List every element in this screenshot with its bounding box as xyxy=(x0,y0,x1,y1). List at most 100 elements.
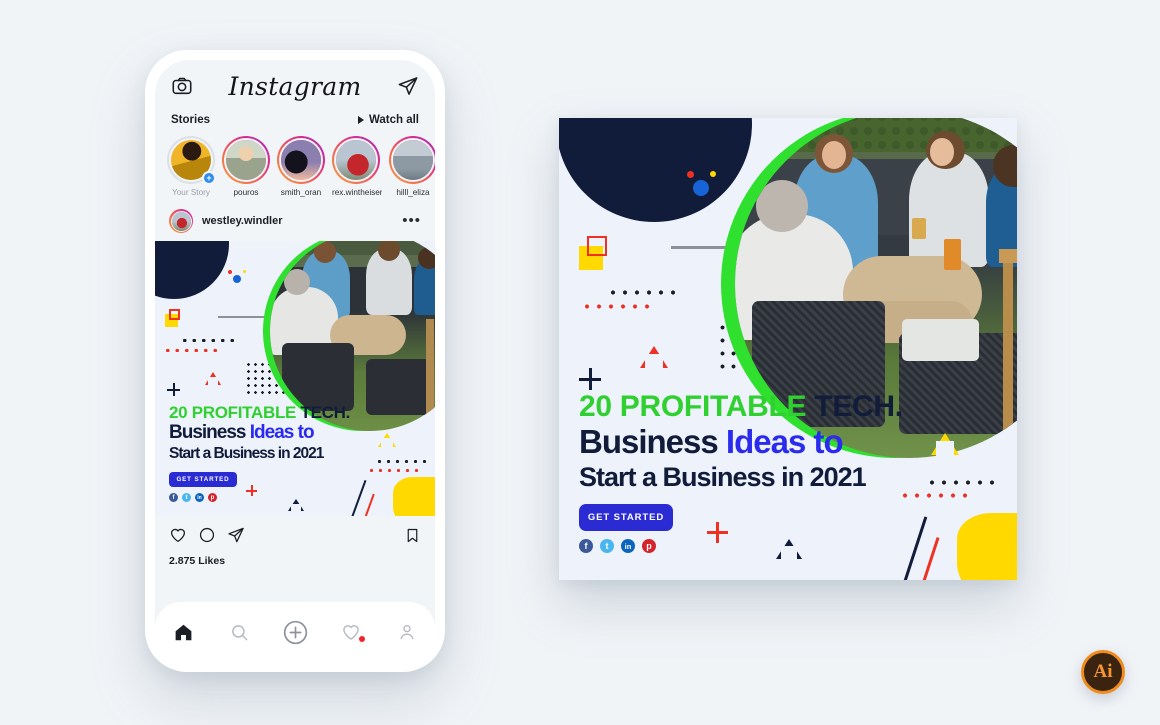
yellow-blob-decor xyxy=(393,477,435,516)
headline-ideas: Ideas to xyxy=(725,423,844,460)
red-dot-row-decor xyxy=(163,349,221,352)
post-header: westley.windler ••• xyxy=(155,201,435,241)
activity-heart-icon[interactable] xyxy=(336,617,366,647)
dark-slash-decor xyxy=(899,516,928,580)
instagram-header: Instagram xyxy=(155,60,435,112)
stories-bar: Stories Watch all xyxy=(155,112,435,130)
blue-dot-decor xyxy=(693,180,709,196)
watch-all-label: Watch all xyxy=(368,114,419,126)
search-icon[interactable] xyxy=(224,617,254,647)
triangle-cutout xyxy=(291,504,301,513)
red-square-outline-decor xyxy=(587,236,607,256)
story-ring xyxy=(277,136,325,184)
dark-dot-row-decor xyxy=(926,480,998,485)
get-started-button[interactable]: GET STARTED xyxy=(579,504,673,531)
profile-icon[interactable] xyxy=(392,617,422,647)
heart-icon[interactable] xyxy=(169,526,187,549)
yellow-dot-decor xyxy=(710,171,716,177)
camera-icon[interactable] xyxy=(171,75,193,97)
red-dot-row-decor xyxy=(899,493,971,498)
add-story-icon[interactable]: + xyxy=(202,171,216,185)
story-item-pouros[interactable]: pouros xyxy=(222,136,270,197)
bookmark-icon[interactable] xyxy=(404,527,421,549)
headline-business: Business xyxy=(579,423,719,460)
linkedin-icon[interactable]: in xyxy=(621,539,635,553)
red-slash-decor xyxy=(917,537,940,580)
adobe-illustrator-badge: Ai xyxy=(1081,650,1125,694)
story-ring: + xyxy=(167,136,216,185)
triangle-cutout xyxy=(208,377,218,386)
get-started-button[interactable]: GET STARTED xyxy=(169,472,237,487)
more-options-icon[interactable]: ••• xyxy=(402,213,421,228)
story-ring xyxy=(389,136,435,184)
twitter-icon[interactable]: t xyxy=(182,493,191,502)
plus-decor xyxy=(579,368,601,390)
paper-plane-icon[interactable] xyxy=(397,75,419,97)
avatar xyxy=(391,138,435,182)
story-item-hilll-eliza[interactable]: hilll_eliza xyxy=(389,136,435,197)
watch-all-button[interactable]: Watch all xyxy=(357,114,419,126)
dark-dot-row-decor xyxy=(375,460,427,463)
story-item-your-story[interactable]: + Your Story xyxy=(167,136,216,197)
blue-dot-decor xyxy=(233,275,241,283)
likes-count: 2.875 Likes xyxy=(169,555,226,567)
post-creative-image[interactable]: 20 PROFITABLE TECH. Business Ideas to St… xyxy=(155,241,435,516)
yellow-blob-decor xyxy=(957,513,1017,580)
red-plus-decor xyxy=(246,485,257,496)
triangle-cutout xyxy=(936,441,954,456)
headline-green: 20 PROFITABLE xyxy=(169,403,297,422)
comment-icon[interactable] xyxy=(198,526,216,549)
story-ring xyxy=(332,136,380,184)
add-post-icon[interactable] xyxy=(280,617,310,647)
red-dot-decor xyxy=(687,171,694,178)
pinterest-icon[interactable]: p xyxy=(642,539,656,553)
facebook-icon[interactable]: f xyxy=(169,493,178,502)
screenshot-canvas: Instagram Stories Watch all + Your Story… xyxy=(0,0,1160,725)
story-item-rex-wintheiser[interactable]: rex.wintheiser xyxy=(332,136,382,197)
red-dot-row-decor xyxy=(367,469,419,472)
stories-label: Stories xyxy=(171,114,210,126)
notification-badge xyxy=(359,636,365,642)
creative-headline: 20 PROFITABLE TECH. Business Ideas to St… xyxy=(169,403,350,463)
story-name: hilll_eliza xyxy=(396,188,430,197)
red-dot-row-decor xyxy=(581,304,649,309)
twitter-icon[interactable]: t xyxy=(600,539,614,553)
creative-headline: 20 PROFITABLE TECH. Business Ideas to St… xyxy=(579,390,903,494)
triangle-cutout xyxy=(781,546,797,560)
headline-tech: TECH. xyxy=(814,390,903,423)
facebook-icon[interactable]: f xyxy=(579,539,593,553)
navy-semicircle-decor xyxy=(155,241,229,299)
post-avatar[interactable] xyxy=(169,209,193,233)
headline-ideas: Ideas to xyxy=(249,422,315,443)
linkedin-icon[interactable]: in xyxy=(195,493,204,502)
headline-line3: Start a Business in 2021 xyxy=(169,445,324,462)
story-name: Your Story xyxy=(172,188,210,197)
story-name: smith_oran xyxy=(280,188,322,197)
paper-plane-icon[interactable] xyxy=(227,526,245,549)
post-username[interactable]: westley.windler xyxy=(202,215,393,227)
story-item-smith-oran[interactable]: smith_oran xyxy=(277,136,325,197)
phone-screen: Instagram Stories Watch all + Your Story… xyxy=(155,60,435,662)
avatar xyxy=(279,138,323,182)
plus-decor xyxy=(167,383,180,396)
social-icons: f t in p xyxy=(169,493,217,502)
home-icon[interactable] xyxy=(168,617,198,647)
yellow-dot-decor xyxy=(243,270,246,273)
bottom-tabbar xyxy=(155,602,435,662)
headline-line3: Start a Business in 2021 xyxy=(579,462,867,492)
triangle-cutout xyxy=(645,354,663,369)
pinterest-icon[interactable]: p xyxy=(208,493,217,502)
red-slash-decor xyxy=(361,493,375,516)
red-plus-decor xyxy=(707,522,728,543)
social-media-banner[interactable]: 20 PROFITABLE TECH. Business Ideas to St… xyxy=(559,118,1017,580)
red-square-outline-decor xyxy=(169,309,180,320)
stories-list: + Your Story pouros smith_oran rex.winth… xyxy=(155,130,435,201)
avatar xyxy=(224,138,268,182)
headline-business: Business xyxy=(169,422,246,443)
headline-green: 20 PROFITABLE xyxy=(579,390,807,423)
story-name: rex.wintheiser xyxy=(332,188,382,197)
dark-slash-decor xyxy=(349,479,367,516)
phone-mockup: Instagram Stories Watch all + Your Story… xyxy=(145,50,445,672)
red-dot-decor xyxy=(228,270,232,274)
instagram-logo: Instagram xyxy=(228,71,362,101)
